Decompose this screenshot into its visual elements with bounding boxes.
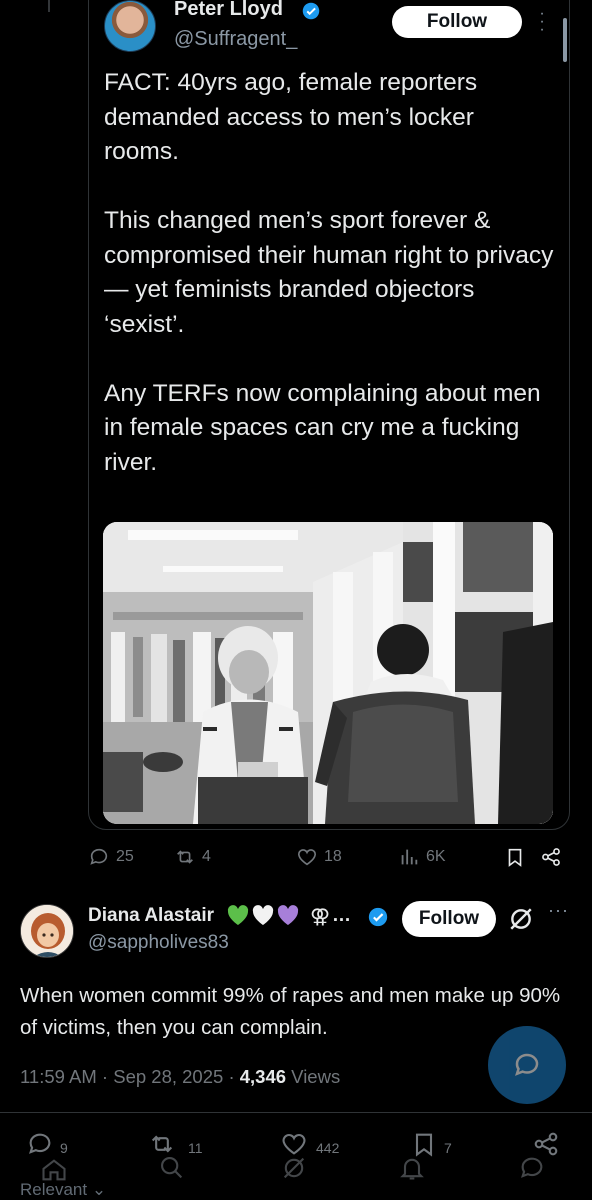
reply-author-name[interactable]: Diana Alastair <box>88 905 214 927</box>
bookmark-icon <box>508 848 522 867</box>
peter-lloyd-avatar[interactable] <box>104 0 156 52</box>
reply-action[interactable]: 25 <box>88 846 134 868</box>
more-options-icon[interactable]: ··· <box>548 900 569 921</box>
verified-icon <box>368 907 388 927</box>
reply-tweet-text: When women commit 99% of rapes and men m… <box>20 984 561 1039</box>
follow-button[interactable]: Follow <box>402 901 496 937</box>
white-heart-icon <box>252 905 274 925</box>
share-icon <box>542 848 560 866</box>
green-heart-icon <box>227 905 249 925</box>
search-icon[interactable] <box>158 1154 186 1182</box>
like-count: 18 <box>324 848 342 865</box>
like-count: 442 <box>316 1140 340 1156</box>
like-icon <box>297 849 317 866</box>
name-emoji-hearts <box>226 904 300 926</box>
reply-views-count[interactable]: 4,346 <box>240 1066 286 1087</box>
quoted-author-handle[interactable]: @Suffragent_ <box>174 28 297 51</box>
repost-count: 11 <box>188 1140 203 1156</box>
verified-icon <box>302 2 320 20</box>
repost-action[interactable]: 4 <box>174 846 211 868</box>
messages-icon[interactable] <box>518 1154 546 1182</box>
grok-icon[interactable] <box>508 906 534 932</box>
views-count: 6K <box>426 848 446 865</box>
compose-reply-button[interactable] <box>488 1026 566 1104</box>
quoted-tweet-text: FACT: 40yrs ago, female reporters demand… <box>104 69 554 476</box>
reply-metadata: 11:59 AM · Sep 28, 2025 · 4,346 Views <box>20 1066 340 1088</box>
compose-icon <box>515 1053 539 1076</box>
thread-line <box>48 0 50 12</box>
quoted-tweet-actions: 25 4 18 6K <box>86 846 586 872</box>
purple-heart-icon <box>277 905 299 925</box>
reply-action[interactable] <box>26 1130 54 1158</box>
reply-count: 9 <box>60 1140 68 1156</box>
divider <box>0 1112 592 1113</box>
diana-alastair-avatar[interactable] <box>20 904 74 958</box>
venus-symbol: ⚢ <box>310 906 331 928</box>
reply-count: 25 <box>116 848 134 865</box>
follow-button[interactable]: Follow <box>392 6 522 38</box>
repost-icon <box>177 850 193 864</box>
name-truncation: … <box>332 905 351 926</box>
views-action[interactable]: 6K <box>398 846 446 868</box>
repost-count: 4 <box>202 848 211 865</box>
tweet-photo[interactable] <box>103 522 553 824</box>
reply-author-handle[interactable]: @sappholives83 <box>88 932 229 954</box>
more-options-icon[interactable]: ··· <box>536 6 548 38</box>
reply-icon <box>90 848 108 865</box>
bookmark-action[interactable] <box>504 846 526 868</box>
share-action[interactable] <box>540 846 562 868</box>
scrollbar[interactable] <box>563 18 567 62</box>
relevant-label: Relevant <box>20 1180 88 1199</box>
reply-views-label: Views <box>286 1066 341 1087</box>
bookmark-count: 7 <box>444 1140 452 1156</box>
quoted-author-name[interactable]: Peter Lloyd <box>174 0 283 21</box>
grok-icon[interactable] <box>280 1154 308 1182</box>
views-icon <box>401 849 418 865</box>
reply-icon <box>29 1133 51 1154</box>
notifications-icon[interactable] <box>398 1154 426 1182</box>
reply-timestamp[interactable]: 11:59 AM · Sep 28, 2025 · <box>20 1066 240 1087</box>
relevant-sort-dropdown[interactable]: Relevant ⌄ <box>20 1180 106 1200</box>
like-action[interactable]: 18 <box>296 846 342 868</box>
